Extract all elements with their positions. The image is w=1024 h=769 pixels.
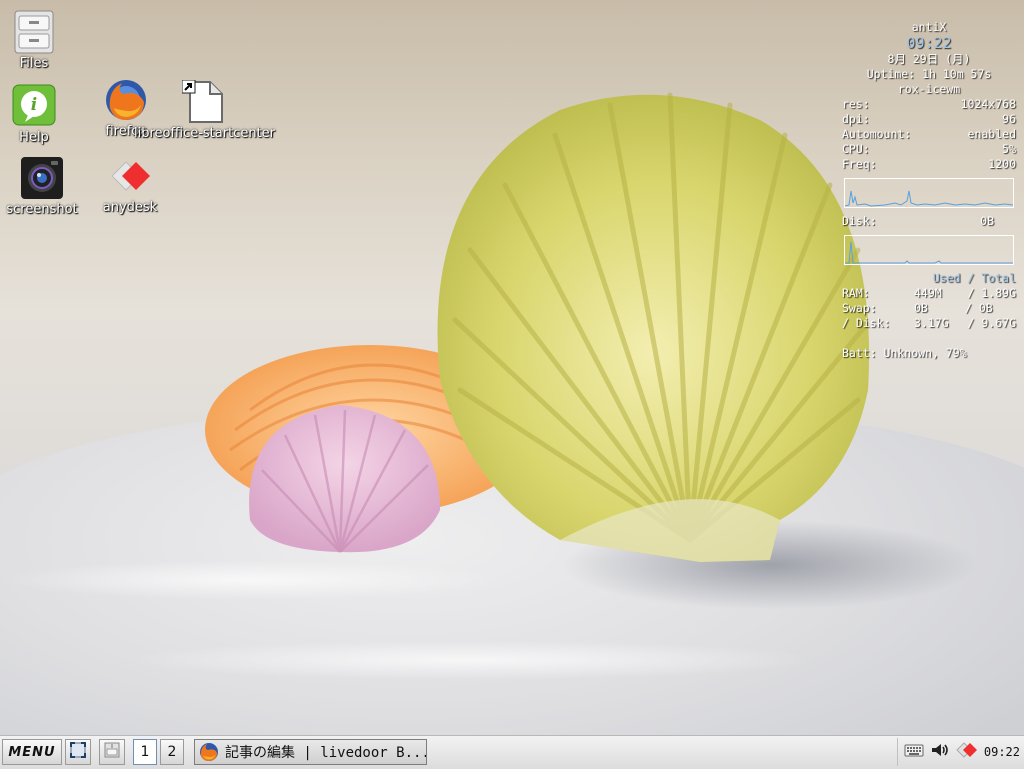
anydesk-tray-icon[interactable] (956, 740, 978, 764)
system-tray: 09:22 (896, 738, 1024, 766)
conky-window-manager: rox-icewm (897, 82, 961, 96)
show-desktop-button[interactable] (65, 739, 91, 765)
desktop-icon-label: screenshot (6, 202, 78, 217)
conky-stat-label: dpi: (842, 112, 870, 126)
conky-stat-label: res: (842, 97, 870, 111)
conky-cpu-graph (844, 178, 1014, 208)
desktop-icon-screenshot[interactable]: screenshot (2, 156, 82, 217)
taskbar-clock[interactable]: 09:22 (984, 745, 1020, 759)
conky-stat-row: dpi: 96 (842, 112, 1016, 127)
conky-stat-label: CPU: (842, 142, 870, 156)
conky-clock: 09:22 (906, 34, 952, 52)
desktop-icon-anydesk[interactable]: anydesk (90, 154, 170, 215)
desktop-icon-label: Help (19, 130, 49, 145)
libreoffice-icon (181, 79, 226, 124)
conky-stat-value: 1200 (988, 157, 1016, 171)
conky-stat-row: Automount: enabled (842, 127, 1016, 142)
file-manager-icon (103, 741, 121, 763)
conky-mem-label: / Disk: (842, 316, 891, 330)
conky-mem-used: 449M (914, 286, 942, 300)
conky-stat-row: CPU: 5% (842, 142, 1016, 157)
conky-stat-value: enabled (967, 127, 1016, 141)
conky-title: antiX (911, 20, 947, 34)
conky-date: 8月 29日 (月) (887, 52, 971, 66)
desktop-icon-files[interactable]: Files (0, 10, 74, 71)
conky-mem-total: / 1.89G (967, 286, 1016, 300)
desktop-icon-label: libreoffice-startcenter (134, 126, 275, 141)
conky-mem-total: / 0B (965, 301, 993, 315)
file-cabinet-icon (12, 10, 56, 54)
conky-used-total-header: Used / Total (932, 271, 1016, 285)
taskbar-window-button-firefox[interactable]: 記事の編集 | livedoor B... (194, 739, 427, 765)
conky-battery: Batt: Unknown, 79% (842, 346, 967, 360)
conky-mem-row: / Disk: 3.17G / 9.67G (842, 316, 1016, 331)
conky-stat-value: 5% (1002, 142, 1016, 156)
conky-mem-used: 0B (914, 301, 928, 315)
conky-mem-used: 3.17G (914, 316, 949, 330)
camera-icon (20, 156, 64, 200)
conky-disk-row: Disk: 0B (842, 214, 1016, 229)
info-bubble-icon: i (12, 84, 56, 128)
conky-stat-row: Freq: 1200 (842, 157, 1016, 172)
firefox-icon (200, 743, 218, 761)
conky-system-monitor: antiX 09:22 8月 29日 (月) Uptime: 1h 10m 57… (842, 20, 1016, 361)
conky-stat-value: 96 (1002, 112, 1016, 126)
desktop-icon-label: anydesk (102, 200, 158, 215)
desktop-icon-label: Files (19, 56, 49, 71)
conky-mem-label: RAM: (842, 286, 870, 300)
conky-stat-label: Automount: (842, 127, 912, 141)
workspace-1-button[interactable]: 1 (133, 739, 157, 765)
svg-text:i: i (31, 95, 37, 115)
conky-disk-value: 0B (980, 214, 994, 228)
conky-mem-row: Swap: 0B / 0B (842, 301, 1016, 316)
conky-stat-label: Freq: (842, 157, 877, 171)
keyboard-icon[interactable] (904, 742, 924, 762)
menu-button[interactable]: MENU (2, 739, 62, 765)
firefox-icon (104, 78, 148, 122)
conky-mem-label: Swap: (842, 301, 877, 315)
anydesk-icon (108, 154, 152, 198)
workspace-2-button[interactable]: 2 (160, 739, 184, 765)
conky-mem-row: RAM: 449M / 1.89G (842, 286, 1016, 301)
conky-stat-value: 1024x768 (960, 97, 1016, 111)
taskbar: MENU 1 2 記事の編集 | livedoor B... 09:22 (0, 735, 1024, 769)
conky-uptime: Uptime: 1h 10m 57s (866, 67, 992, 81)
taskbar-file-manager-button[interactable] (99, 739, 125, 765)
desktop-icon-libreoffice[interactable]: libreoffice-startcenter (134, 79, 275, 141)
desktop-icon-help[interactable]: i Help (0, 84, 74, 145)
volume-icon[interactable] (930, 741, 950, 763)
conky-mem-total: / 9.67G (967, 316, 1016, 330)
conky-disk-graph (844, 235, 1014, 265)
taskbar-window-title: 記事の編集 | livedoor B... (225, 745, 426, 761)
conky-stat-row: res: 1024x768 (842, 97, 1016, 112)
show-desktop-icon (69, 741, 87, 763)
conky-disk-label: Disk: (842, 214, 877, 228)
